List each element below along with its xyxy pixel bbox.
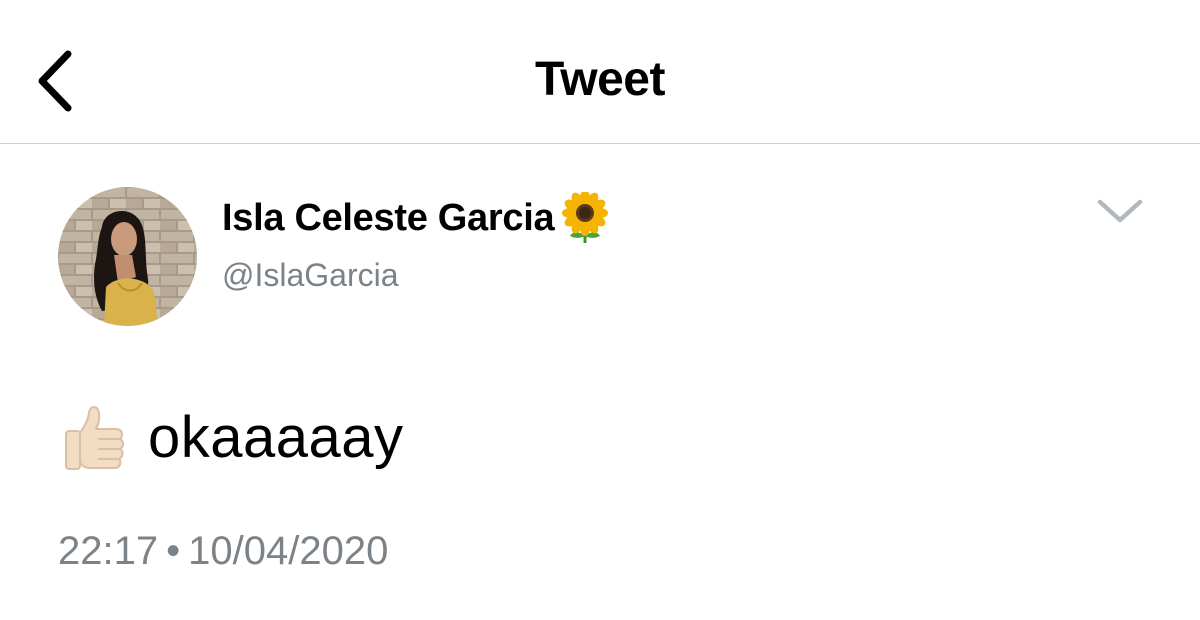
tweet-text-content: okaaaaay (148, 405, 404, 470)
chevron-down-icon (1097, 199, 1143, 223)
navigation-bar: Tweet (0, 0, 1200, 144)
thumbs-up-icon (62, 401, 128, 475)
more-options-button[interactable] (1094, 194, 1146, 226)
sunflower-icon (562, 190, 609, 244)
tweet-time: 22:17 (58, 529, 159, 573)
tweet-date: 10/04/2020 (188, 529, 389, 573)
author-handle[interactable]: @IslaGarcia (222, 255, 399, 295)
author-display-name[interactable]: Isla Celeste Garcia (222, 190, 609, 244)
tweet-text: okaaaaay (62, 398, 404, 478)
display-name-label: Isla Celeste Garcia (222, 197, 555, 239)
tweet-timestamp: 22:17 • 10/04/2020 (58, 526, 388, 576)
avatar[interactable] (58, 187, 197, 326)
timestamp-separator: • (166, 529, 181, 573)
page-title: Tweet (535, 53, 665, 106)
